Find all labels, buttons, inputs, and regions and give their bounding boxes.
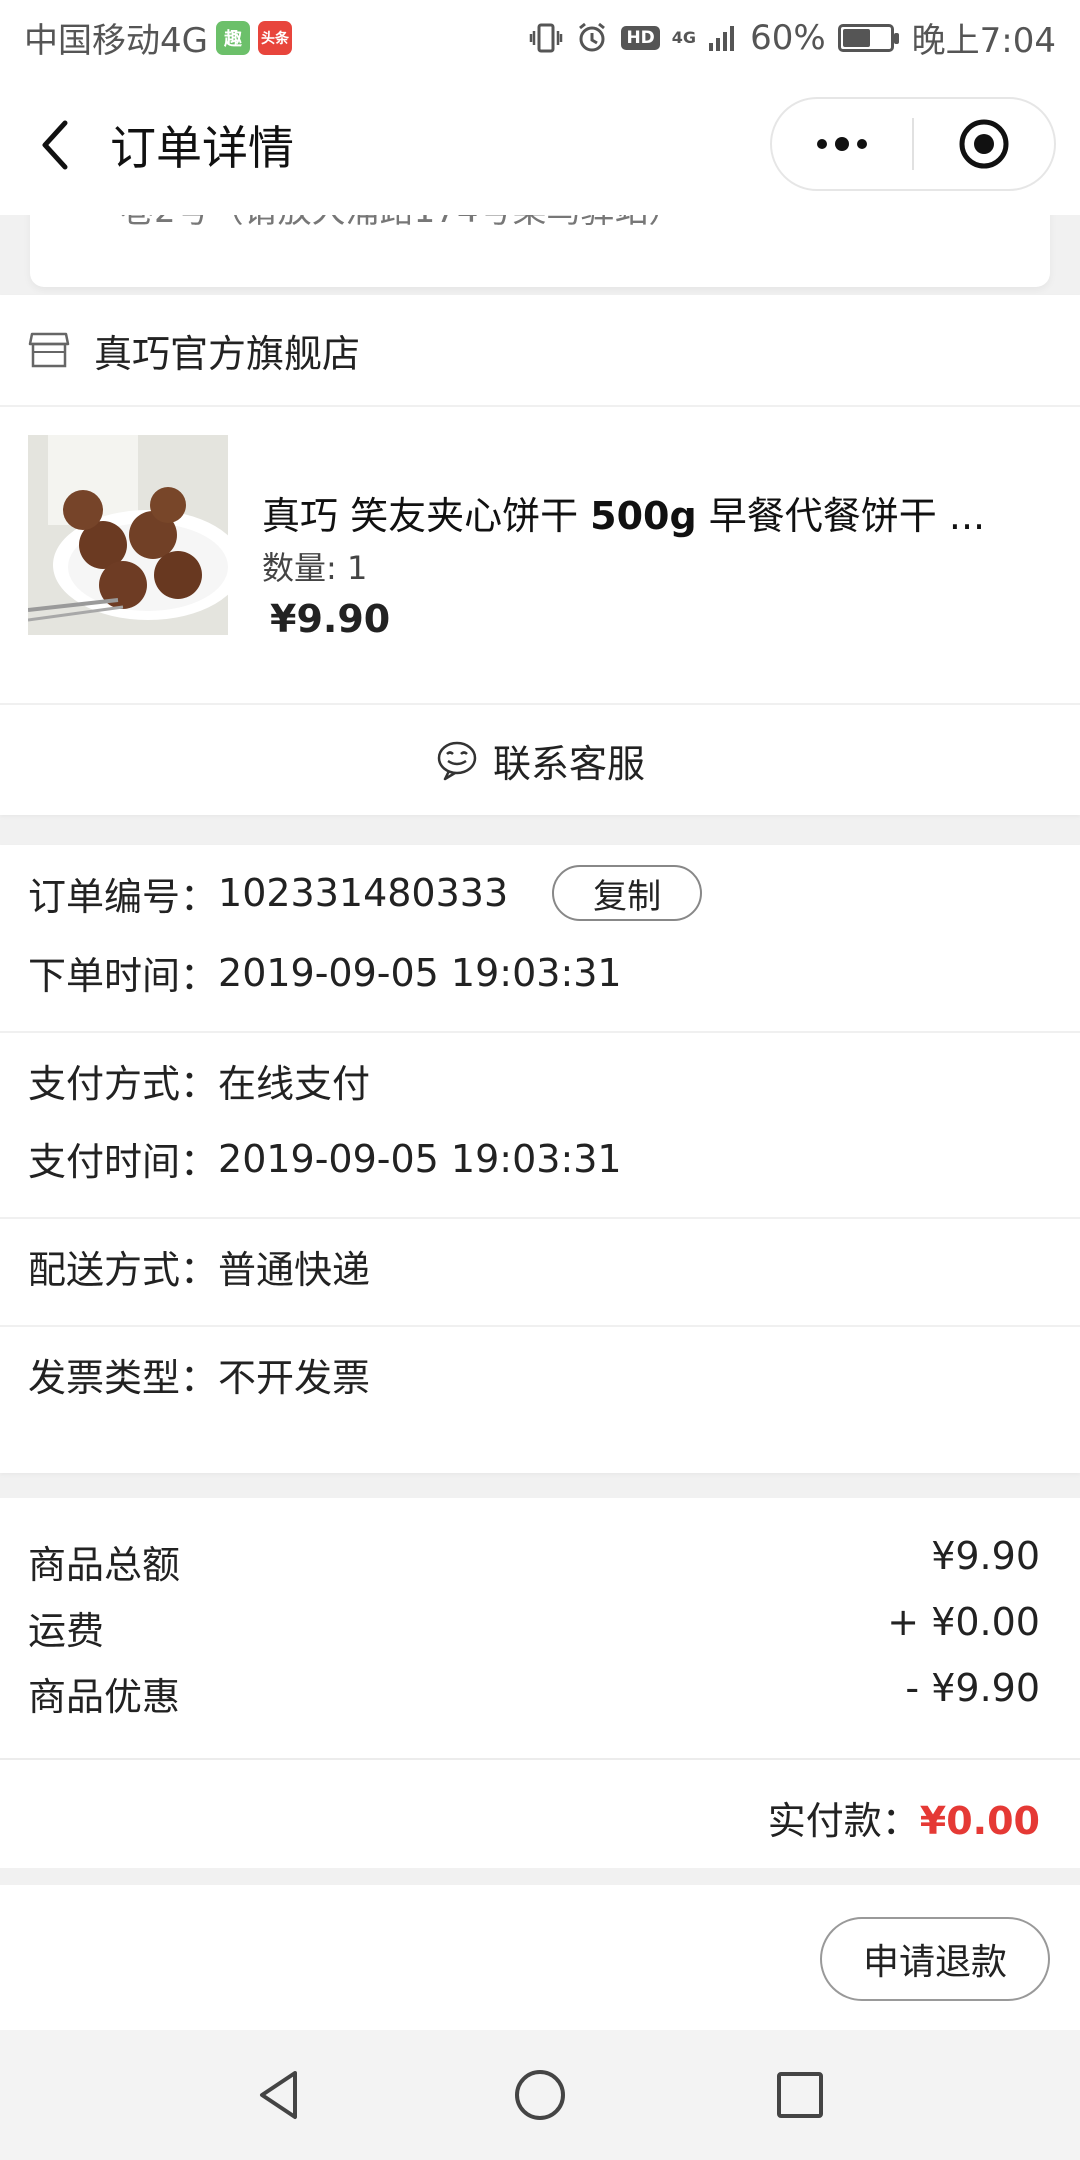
- subtotal-label: 商品总额: [28, 1543, 181, 1587]
- payment-time-label: 支付时间：: [28, 1140, 219, 1184]
- order-time-value: 2019-09-05 19:03:31: [218, 950, 622, 995]
- order-detail-content[interactable]: 巷2号（请放大浦路174号菜鸟驿站） 真巧官方旗舰店: [0, 215, 1080, 2030]
- payment-time-value: 2019-09-05 19:03:31: [218, 1136, 622, 1181]
- status-right: HD 4G 60% 晚上7:04: [529, 13, 1056, 62]
- subtotal-value: ¥9.90: [931, 1534, 1040, 1578]
- clock: 晚上7:04: [911, 21, 1056, 61]
- payment-method-value: 在线支付: [218, 1062, 371, 1106]
- miniprogram-capsule: [770, 97, 1056, 191]
- back-arrow-icon: [42, 120, 68, 170]
- battery-percent: 60%: [750, 17, 826, 58]
- paid-amount-value: ¥0.00: [919, 1799, 1040, 1843]
- system-home-icon[interactable]: [510, 2065, 570, 2125]
- product-quantity: 数量: 1: [262, 549, 368, 587]
- paid-amount-row: 实付款：¥0.00: [768, 1790, 1040, 1845]
- customer-service-icon: [437, 741, 477, 781]
- delivery-method-label: 配送方式：: [28, 1248, 219, 1292]
- bottom-action-bar: 申请退款: [0, 1885, 1080, 2030]
- product-title-weight: 500g: [590, 494, 697, 538]
- address-partial-text: 巷2号（请放大浦路174号菜鸟驿站）: [120, 215, 683, 232]
- system-navigation-bar: [0, 2030, 1080, 2160]
- app-notification-icon: 趣: [215, 20, 250, 55]
- divider: [0, 1758, 1080, 1760]
- product-image: [28, 435, 228, 635]
- paid-amount-label: 实付款：: [767, 1799, 920, 1843]
- alarm-icon: [575, 21, 609, 55]
- store-icon: [28, 332, 70, 368]
- product-title: 真巧 笑友夹心饼干 500g 早餐代餐饼干 ...: [262, 485, 982, 540]
- discount-label: 商品优惠: [28, 1675, 181, 1719]
- battery-icon: [837, 23, 899, 52]
- status-left: 中国移动4G 趣 头条: [24, 13, 292, 62]
- carrier-text: 中国移动4G: [24, 21, 208, 61]
- invoice-type-row: 发票类型： 不开发票: [28, 1347, 370, 1402]
- address-card: 巷2号（请放大浦路174号菜鸟驿站）: [30, 215, 1050, 287]
- more-button[interactable]: [772, 99, 912, 189]
- invoice-type-label: 发票类型：: [28, 1356, 219, 1400]
- divider: [0, 1217, 1080, 1219]
- shipping-row: 运费 + ¥0.00: [28, 1600, 1040, 1655]
- order-number-value: 102331480333: [218, 871, 509, 915]
- shop-order-block: 真巧官方旗舰店 真巧 笑友夹心饼干 500g 早餐代餐饼干 ... 数量: 1 …: [0, 295, 1080, 815]
- shop-header[interactable]: 真巧官方旗舰店: [0, 295, 1080, 407]
- contact-service-button[interactable]: 联系客服: [0, 705, 1080, 815]
- product-price: ¥9.90: [270, 597, 391, 641]
- delivery-method-value: 普通快递: [218, 1248, 371, 1292]
- system-recents-icon[interactable]: [770, 2065, 830, 2125]
- page-title: 订单详情: [110, 121, 294, 175]
- product-title-prefix: 真巧 笑友夹心饼干: [262, 494, 591, 538]
- shop-name: 真巧官方旗舰店: [94, 331, 361, 376]
- discount-row: 商品优惠 - ¥9.90: [28, 1666, 1040, 1721]
- hd-icon: HD: [621, 25, 660, 50]
- back-button[interactable]: [0, 75, 110, 215]
- payment-method-label: 支付方式：: [28, 1062, 219, 1106]
- apply-refund-button[interactable]: 申请退款: [820, 1917, 1050, 2001]
- target-close-icon: [959, 119, 1009, 169]
- divider: [0, 1325, 1080, 1327]
- news-app-notification-icon: 头条: [257, 20, 292, 55]
- order-number-row: 订单编号： 102331480333 复制: [28, 865, 703, 921]
- copy-order-number-button[interactable]: 复制: [552, 865, 703, 921]
- more-dots-icon: [817, 137, 867, 151]
- subtotal-row: 商品总额 ¥9.90: [28, 1534, 1040, 1589]
- order-info-block: 订单编号： 102331480333 复制 下单时间： 2019-09-05 1…: [0, 845, 1080, 1473]
- system-back-icon[interactable]: [250, 2065, 310, 2125]
- product-item[interactable]: 真巧 笑友夹心饼干 500g 早餐代餐饼干 ... 数量: 1 ¥9.90: [0, 407, 1080, 705]
- contact-service-label: 联系客服: [492, 741, 645, 786]
- order-number-label: 订单编号：: [28, 874, 219, 919]
- close-miniprogram-button[interactable]: [914, 99, 1054, 189]
- network-type: 4G: [671, 27, 697, 47]
- signal-icon: [708, 23, 738, 53]
- amount-summary-block: 商品总额 ¥9.90 运费 + ¥0.00 商品优惠 - ¥9.90 实付款：¥…: [0, 1498, 1080, 1868]
- order-time-label: 下单时间：: [28, 954, 219, 998]
- order-time-row: 下单时间： 2019-09-05 19:03:31: [28, 945, 622, 1000]
- shipping-value: + ¥0.00: [887, 1600, 1040, 1644]
- vibrate-icon: [529, 21, 563, 55]
- divider: [0, 1031, 1080, 1033]
- invoice-type-value: 不开发票: [218, 1356, 371, 1400]
- discount-value: - ¥9.90: [905, 1666, 1040, 1710]
- delivery-method-row: 配送方式： 普通快递: [28, 1239, 370, 1294]
- battery-level: [842, 28, 871, 47]
- product-title-suffix: 早餐代餐饼干 ...: [696, 494, 982, 538]
- payment-time-row: 支付时间： 2019-09-05 19:03:31: [28, 1131, 622, 1186]
- shipping-label: 运费: [28, 1609, 105, 1653]
- nav-bar: 订单详情: [0, 75, 1080, 215]
- payment-method-row: 支付方式： 在线支付: [28, 1053, 370, 1108]
- status-bar: 中国移动4G 趣 头条 HD 4G 60% 晚上7:04: [0, 0, 1080, 75]
